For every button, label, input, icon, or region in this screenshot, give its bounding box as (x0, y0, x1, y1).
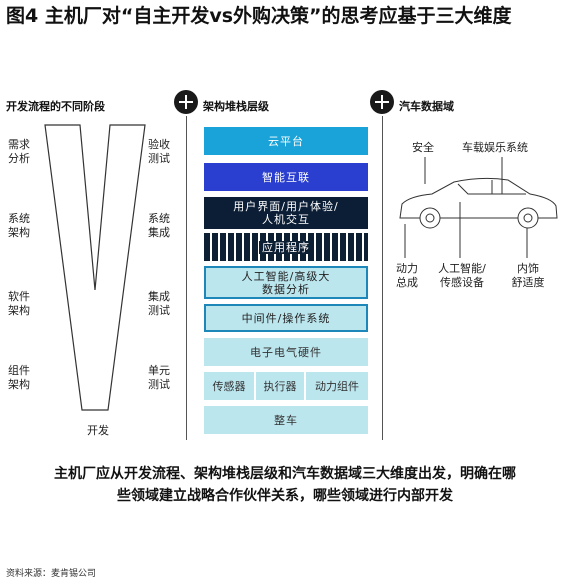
v-bottom-label: 开发 (87, 424, 109, 437)
v-left-label: 系统 架构 (8, 212, 30, 239)
stack-component-actuator: 执行器 (256, 372, 304, 400)
v-right-label: 集成 测试 (148, 290, 170, 317)
car-label-interior-comfort: 内饰 舒适度 (511, 262, 545, 289)
stack-layer-cloud: 云平台 (204, 127, 368, 155)
arch-stack-heading: 架构堆栈层级 (203, 100, 269, 113)
page-title: 图4 主机厂对“自主开发vs外购决策”的思考应基于三大维度 (6, 5, 512, 27)
stack-layer-middleware-os: 中间件/操作系统 (204, 304, 368, 332)
source-note: 资料来源：麦肯锡公司 (6, 569, 97, 579)
stack-component-row: 传感器 执行器 动力组件 (204, 372, 368, 400)
plus-icon (370, 90, 394, 114)
car-label-safety: 安全 (412, 141, 434, 154)
v-left-label: 软件 架构 (8, 290, 30, 317)
car-data-domain-heading: 汽车数据域 (399, 100, 454, 113)
plus-icon (174, 90, 198, 114)
car-label-powertrain: 动力 总成 (396, 262, 418, 289)
dev-stage-heading: 开发流程的不同阶段 (6, 100, 105, 113)
stack-layer-connectivity: 智能互联 (204, 163, 368, 191)
divider-line (186, 116, 187, 440)
v-right-label: 验收 测试 (148, 138, 170, 165)
v-right-label: 单元 测试 (148, 364, 170, 391)
stack-layer-vehicle: 整车 (204, 406, 368, 434)
car-label-ai-sensing: 人工智能/ 传感设备 (438, 262, 486, 289)
v-left-label: 需求 分析 (8, 138, 30, 165)
summary-text: 主机厂应从开发流程、架构堆栈层级和汽车数据域三大维度出发，明确在哪些领域建立战略… (54, 466, 516, 504)
v-right-label: 系统 集成 (148, 212, 170, 239)
v-model-shape (44, 124, 146, 411)
stack-component-sensor: 传感器 (204, 372, 254, 400)
stack-layer-applications-label: 应用程序 (259, 240, 313, 254)
car-icon (399, 157, 558, 258)
stack-layer-ee-hardware: 电子电气硬件 (204, 338, 368, 366)
car-label-infotainment: 车载娱乐系统 (462, 141, 528, 154)
v-left-label: 组件 架构 (8, 364, 30, 391)
stack-layer-applications: 应用程序 (204, 233, 368, 261)
stack-component-powertrain: 动力组件 (306, 372, 368, 400)
divider-line (382, 116, 383, 440)
stack-layer-ui-ux-hmi: 用户界面/用户体验/ 人机交互 (204, 197, 368, 229)
stack-layer-ai-analytics: 人工智能/高级大 数据分析 (204, 266, 368, 299)
